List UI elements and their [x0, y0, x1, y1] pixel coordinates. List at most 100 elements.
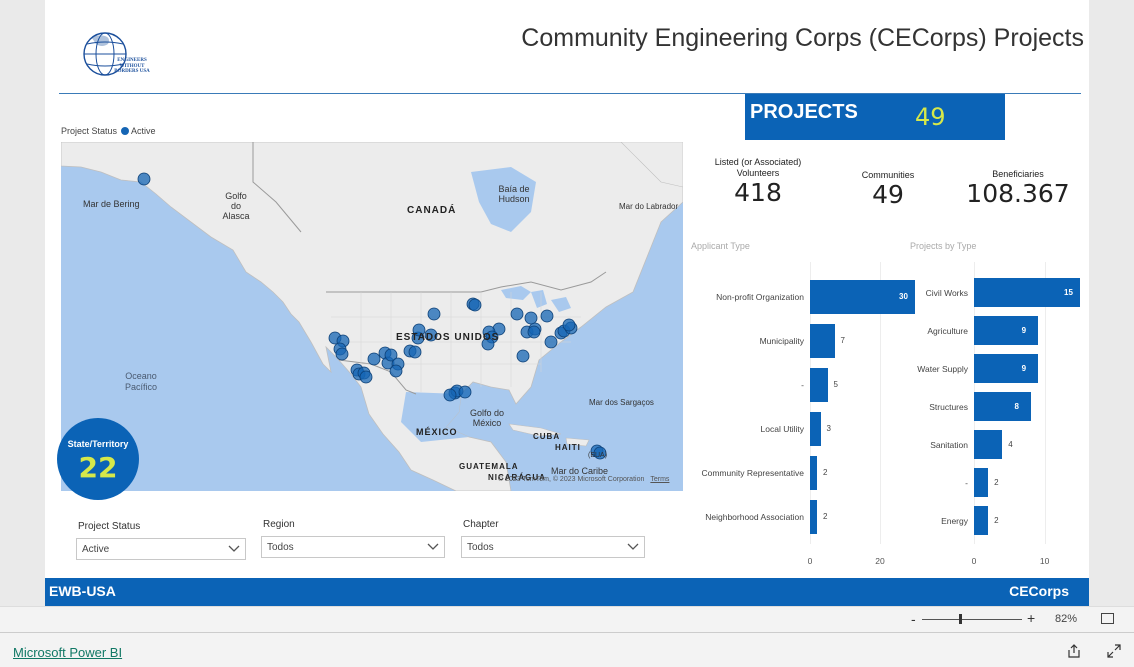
x-tick-label: 0: [807, 556, 813, 566]
project-dot[interactable]: [389, 364, 403, 378]
terms-link[interactable]: Terms: [650, 476, 669, 483]
bar[interactable]: [810, 456, 817, 490]
share-icon[interactable]: [1067, 644, 1081, 658]
data-label: 2: [994, 477, 999, 487]
label-pacific: Oceano Pacífico: [124, 371, 157, 392]
chapter-dropdown[interactable]: Todos: [461, 536, 645, 558]
chapter-value: Todos: [467, 542, 494, 553]
volunteers-value: 418: [734, 178, 782, 207]
project-map[interactable]: Mar de Bering Golfo do Alasca CANADÁ Baí…: [61, 142, 683, 491]
label-usa-short: (EUA): [588, 452, 608, 459]
project-dot[interactable]: [359, 370, 373, 384]
communities-value: 49: [872, 180, 904, 209]
data-label: 30: [899, 292, 908, 301]
status-value: Active: [82, 544, 110, 555]
projects-by-type-title: Projects by Type: [910, 241, 977, 251]
zoom-slider-thumb[interactable]: [959, 614, 962, 624]
category-label: Structures: [929, 401, 968, 412]
data-label: 3: [826, 424, 831, 433]
bar[interactable]: [810, 368, 828, 402]
zoom-percent: 82%: [1055, 613, 1078, 625]
projects-card[interactable]: PROJECTS 49: [745, 94, 1005, 140]
category-label: Energy: [941, 515, 968, 526]
project-dot[interactable]: [443, 388, 457, 402]
project-dot[interactable]: [468, 298, 482, 312]
footer-left: EWB-USA: [49, 583, 116, 599]
bar[interactable]: [810, 324, 835, 358]
label-alaska: Golfo do Alasca: [222, 191, 250, 221]
label-labrador: Mar do Labrador: [619, 202, 679, 211]
data-label: 7: [840, 336, 845, 345]
projects-by-type-chart[interactable]: 0 10 Civil Works 15 Agriculture 9 Water Supply…: [917, 262, 1084, 566]
data-label: 5: [833, 380, 838, 389]
category-label: Local Utility: [760, 424, 804, 434]
project-dot[interactable]: [540, 309, 554, 323]
data-label: 9: [1021, 325, 1027, 335]
bar[interactable]: [974, 506, 989, 535]
label-sargassos: Mar dos Sargaços: [589, 398, 654, 407]
label-cuba: CUBA: [533, 432, 561, 441]
data-label: 9: [1021, 363, 1027, 373]
fit-to-page-icon[interactable]: [1101, 613, 1114, 624]
data-label: 15: [1064, 287, 1073, 297]
slicer-chapter: Chapter Todos: [461, 519, 645, 559]
x-tick-label: 10: [1039, 556, 1050, 566]
project-dot[interactable]: [510, 307, 524, 321]
bar[interactable]: [810, 500, 817, 534]
project-dot[interactable]: [527, 325, 541, 339]
chevron-down-icon: [627, 543, 639, 550]
bar[interactable]: [974, 316, 1038, 345]
label-hudson: Baía de Hudson: [498, 184, 530, 204]
project-dot[interactable]: [562, 318, 576, 332]
report-page: ENGINEERS WITHOUT BORDERS USA Community …: [45, 0, 1089, 606]
slicer-chapter-label: Chapter: [463, 519, 499, 530]
bar[interactable]: [810, 412, 821, 446]
zoom-slider[interactable]: [922, 619, 1022, 620]
zoom-in-button[interactable]: +: [1027, 610, 1035, 626]
project-dot[interactable]: [544, 335, 558, 349]
data-label: 4: [1008, 439, 1013, 449]
project-dot[interactable]: [524, 311, 538, 325]
project-dots[interactable]: [61, 142, 683, 491]
project-dot[interactable]: [458, 385, 472, 399]
category-label: Water Supply: [917, 363, 968, 374]
label-caribe: Mar do Caribe: [551, 466, 609, 476]
region-value: Todos: [267, 542, 294, 553]
x-tick-label: 20: [875, 556, 885, 566]
label-bering: Mar de Bering: [83, 199, 140, 209]
zoom-bar: - + 82%: [0, 606, 1134, 632]
bar[interactable]: [974, 392, 1031, 421]
category-label: Agriculture: [927, 325, 968, 336]
status-dropdown[interactable]: Active: [76, 538, 246, 560]
region-dropdown[interactable]: Todos: [261, 536, 445, 558]
project-dot[interactable]: [516, 349, 530, 363]
label-mexico: MÉXICO: [416, 427, 458, 437]
powerbi-link[interactable]: Microsoft Power BI: [13, 645, 122, 660]
page-title: Community Engineering Corps (CECorps) Pr…: [521, 24, 1084, 52]
state-territory-count: 22: [78, 451, 118, 484]
bar[interactable]: [974, 430, 1003, 459]
project-dot[interactable]: [335, 347, 349, 361]
state-territory-card[interactable]: State/Territory 22: [57, 418, 139, 500]
applicant-type-chart[interactable]: 0 20 Non-profit Organization 30 Municipality…: [701, 262, 925, 566]
bar[interactable]: [974, 354, 1038, 383]
fullscreen-icon[interactable]: [1107, 644, 1121, 658]
project-dot[interactable]: [427, 307, 441, 321]
category-label: -: [965, 477, 968, 488]
project-dot[interactable]: [137, 172, 151, 186]
legend-dot-icon: [121, 127, 130, 135]
project-dot[interactable]: [367, 352, 381, 366]
project-dot[interactable]: [408, 345, 422, 359]
label-canada: CANADÁ: [407, 205, 457, 216]
volunteers-caption-1: Listed (or Associated): [714, 157, 802, 167]
communities-card: Communities 49: [838, 170, 938, 209]
volunteers-card: Listed (or Associated) Volunteers 418: [693, 157, 823, 207]
category-label: Neighborhood Association: [705, 512, 804, 522]
legend-title: Project Status: [61, 126, 118, 136]
applicant-type-title: Applicant Type: [691, 241, 750, 251]
category-label: -: [801, 380, 804, 390]
legend-item-active[interactable]: Active: [131, 126, 156, 136]
label-gulf-mexico: Golfo do México: [469, 408, 505, 428]
bar[interactable]: [974, 468, 989, 497]
zoom-out-button[interactable]: -: [911, 611, 916, 627]
